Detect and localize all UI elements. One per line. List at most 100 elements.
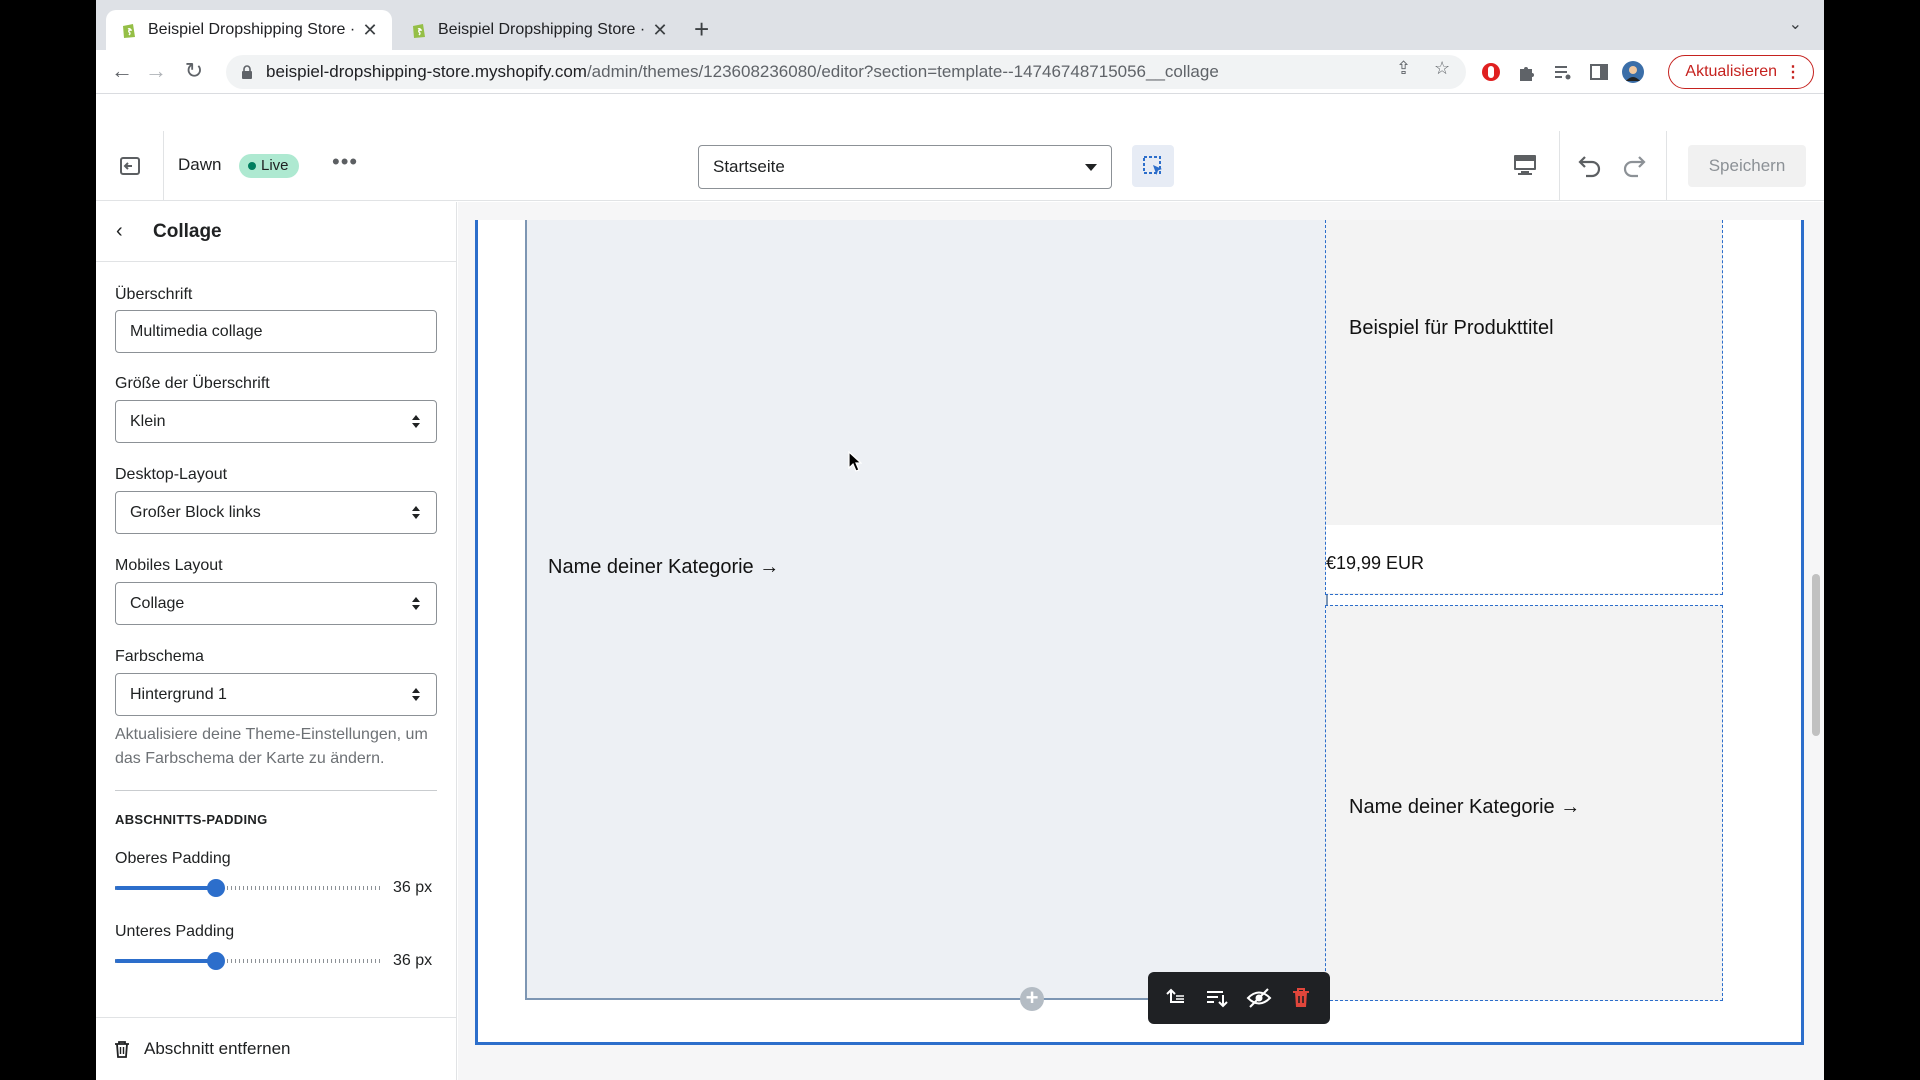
hide-eye-icon[interactable] (1246, 986, 1272, 1010)
collage-large-block[interactable]: Name deiner Kategorie → (525, 220, 1328, 1000)
mouse-cursor-icon (848, 451, 862, 472)
inspector-toggle-button[interactable] (1132, 145, 1174, 187)
select-arrows-icon (412, 506, 420, 520)
bottom-padding-value: 36 px (393, 952, 433, 969)
top-padding-value: 36 px (393, 879, 433, 896)
category-link[interactable]: Name deiner Kategorie → (548, 556, 779, 579)
select-parent-icon[interactable] (1162, 986, 1188, 1010)
template-select[interactable]: Startseite (698, 145, 1112, 189)
color-scheme-help-text: Aktualisiere deine Theme-Einstellungen, … (115, 726, 428, 767)
collage-section-frame[interactable]: Name deiner Kategorie → Beispiel für Pro… (475, 220, 1804, 1045)
slider-thumb[interactable] (206, 952, 225, 970)
extensions-puzzle-icon[interactable] (1516, 61, 1538, 83)
back-arrow-icon[interactable]: ← (108, 58, 136, 84)
color-scheme-value: Hintergrund 1 (130, 685, 227, 703)
undo-icon[interactable] (1576, 151, 1604, 179)
divider (1666, 131, 1667, 201)
divider (115, 790, 437, 791)
remove-section-label: Abschnitt entfernen (144, 1039, 291, 1058)
lock-icon (242, 65, 252, 79)
profile-avatar[interactable] (1622, 61, 1644, 83)
add-block-plus-icon[interactable]: + (1020, 987, 1044, 1011)
mobile-layout-select[interactable]: Collage (115, 582, 437, 625)
redo-icon[interactable] (1620, 151, 1648, 179)
move-block-icon[interactable] (1204, 986, 1230, 1010)
mobile-layout-label: Mobiles Layout (115, 557, 223, 574)
product-card-block[interactable]: Beispiel für Produkttitel €19,99 EUR (1325, 220, 1723, 595)
bottom-padding-slider[interactable] (115, 951, 383, 971)
bottom-padding-label: Unteres Padding (115, 923, 235, 940)
preview-scrollbar[interactable] (1812, 574, 1820, 736)
tab-title: Beispiel Dropshipping Store · D (148, 21, 360, 38)
close-tab-icon[interactable]: ✕ (650, 20, 670, 41)
desktop-layout-select[interactable]: Großer Block links (115, 491, 437, 534)
mobile-layout-value: Collage (130, 594, 185, 612)
select-cursor-icon (1143, 156, 1162, 175)
template-select-value: Startseite (713, 157, 785, 176)
delete-trash-icon[interactable] (1288, 986, 1314, 1010)
caret-down-icon (1085, 164, 1097, 171)
url-path: /admin/themes/123608236080/editor?sectio… (586, 62, 1219, 81)
sidebar-title: Collage (153, 221, 222, 242)
bookmark-star-icon[interactable]: ☆ (1434, 58, 1450, 79)
tab-search-chevron-icon[interactable]: ⌄ (1789, 14, 1802, 34)
exit-editor-button[interactable] (96, 131, 164, 201)
select-arrows-icon (412, 415, 420, 429)
settings-sidebar: ‹ Collage Überschrift Multimedia collage… (96, 202, 457, 1080)
update-button[interactable]: Aktualisieren ⋮ (1668, 55, 1814, 89)
reload-icon[interactable]: ↻ (180, 58, 208, 84)
more-actions-icon[interactable]: ••• (332, 149, 358, 175)
remove-section-button[interactable]: Abschnitt entfernen (96, 1017, 456, 1080)
collection-block[interactable]: Name deiner Kategorie → (1325, 605, 1723, 1001)
product-info: €19,99 EUR (1326, 525, 1722, 593)
update-label: Aktualisieren (1685, 63, 1777, 80)
category-link[interactable]: Name deiner Kategorie → (1349, 796, 1580, 819)
browser-tab[interactable]: Beispiel Dropshipping Store · B ✕ (396, 10, 682, 50)
live-badge: Live (239, 154, 299, 178)
trash-icon (115, 1041, 129, 1058)
product-image-placeholder: Beispiel für Produkttitel (1326, 220, 1722, 525)
save-button[interactable]: Speichern (1688, 145, 1806, 187)
forward-arrow-icon[interactable]: → (142, 58, 170, 84)
heading-input-value: Multimedia collage (130, 322, 263, 340)
theme-name: Dawn (178, 155, 222, 174)
desktop-layout-label: Desktop-Layout (115, 466, 228, 483)
desktop-layout-value: Großer Block links (130, 503, 261, 521)
heading-input[interactable]: Multimedia collage (115, 310, 437, 353)
kebab-menu-icon: ⋮ (1785, 64, 1801, 81)
heading-size-label: Größe der Überschrift (115, 375, 270, 392)
close-tab-icon[interactable]: ✕ (360, 20, 380, 41)
theme-preview: Name deiner Kategorie → Beispiel für Pro… (458, 202, 1824, 1080)
heading-size-select[interactable]: Klein (115, 400, 437, 443)
side-panel-icon[interactable] (1588, 61, 1610, 83)
slider-fill (115, 959, 216, 963)
new-tab-icon[interactable]: + (694, 14, 709, 45)
browser-tab-active[interactable]: Beispiel Dropshipping Store · D ✕ (106, 10, 392, 50)
block-toolbar (1148, 972, 1330, 1024)
product-price: €19,99 EUR (1326, 553, 1425, 573)
slider-fill (115, 886, 216, 890)
browser-window: Beispiel Dropshipping Store · D ✕ Beispi… (96, 0, 1824, 1080)
top-padding-label: Oberes Padding (115, 850, 231, 867)
color-scheme-select[interactable]: Hintergrund 1 (115, 673, 437, 716)
padding-section-heading: ABSCHNITTS-PADDING (115, 812, 268, 827)
browser-toolbar: ← → ↻ beispiel-dropshipping-store.myshop… (96, 50, 1824, 94)
product-title[interactable]: Beispiel für Produkttitel (1349, 317, 1554, 340)
divider (1559, 131, 1560, 201)
tab-title: Beispiel Dropshipping Store · B (438, 21, 650, 38)
select-arrows-icon (412, 688, 420, 702)
sidebar-header: ‹ Collage (96, 202, 456, 262)
desktop-device-icon[interactable] (1512, 153, 1538, 177)
address-bar[interactable]: beispiel-dropshipping-store.myshopify.co… (226, 55, 1466, 89)
share-icon[interactable]: ⇪ (1396, 58, 1411, 79)
exit-icon (119, 157, 140, 175)
editor-header: Dawn Live ••• Startseite Speichern (96, 131, 1824, 201)
top-padding-slider[interactable] (115, 878, 383, 898)
media-queue-icon[interactable] (1552, 61, 1574, 83)
adblock-extension-icon[interactable] (1480, 61, 1502, 83)
slider-thumb[interactable] (206, 879, 225, 897)
heading-label: Überschrift (115, 286, 193, 303)
shopify-icon (123, 24, 135, 38)
back-chevron-icon[interactable]: ‹ (116, 220, 123, 243)
tab-strip: Beispiel Dropshipping Store · D ✕ Beispi… (96, 0, 1824, 50)
